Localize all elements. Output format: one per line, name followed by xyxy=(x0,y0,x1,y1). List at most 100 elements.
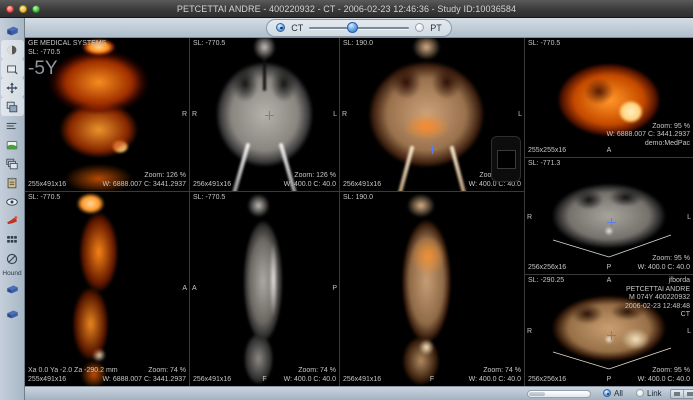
acquisition-datetime: 2006-02-23 12:48:48 xyxy=(625,303,690,312)
orientation-marker: R xyxy=(527,214,532,223)
orientation-marker: A xyxy=(182,285,187,294)
orientation-marker: L xyxy=(333,111,337,120)
viewport-fused-axial[interactable]: SL: -290.25 jfborda PETCETTAI ANDRE M 07… xyxy=(525,275,693,386)
slice-location: SL: -771.3 xyxy=(528,160,560,169)
green-layer-icon[interactable] xyxy=(1,135,24,154)
orientation-marker: P xyxy=(607,264,612,273)
source-node-label: demo:MedPac xyxy=(606,140,690,149)
matrix-size: 255x255x16 xyxy=(528,147,566,156)
zoom-readout: Zoom: 74 % xyxy=(469,367,521,376)
title-bar[interactable]: PETCETTAI ANDRE - 400220932 - CT - 2006-… xyxy=(0,0,693,18)
pt-radio-label: PT xyxy=(430,23,442,33)
eye-icon[interactable] xyxy=(1,192,24,211)
slice-location: SL: -770.5 xyxy=(193,194,225,203)
slice-location: SL: 190.0 xyxy=(343,40,373,49)
zoom-readout: Zoom: 74 % xyxy=(102,367,186,376)
fusion-slider[interactable] xyxy=(309,22,409,33)
viewport-fused-sagittal[interactable]: SL: 190.0 F 256x491x16 Zoom: 74 % W: 400… xyxy=(340,192,525,386)
navigator-widget[interactable] xyxy=(491,136,521,182)
orientation-marker: F xyxy=(430,376,434,385)
crosshair-marker[interactable] xyxy=(428,145,437,154)
slice-location: SL: -290.25 xyxy=(528,277,564,286)
fusion-control: CT PT xyxy=(266,19,452,37)
series-scroller-thumb[interactable] xyxy=(529,392,545,396)
matrix-size: 256x491x16 xyxy=(193,376,231,385)
layout-segmented-control[interactable] xyxy=(670,389,693,399)
tool-sidebar: Hound xyxy=(0,18,25,400)
app-window: PETCETTAI ANDRE - 400220932 - CT - 2006-… xyxy=(0,0,693,400)
blue-book-icon[interactable] xyxy=(1,279,24,298)
fusion-slider-track[interactable] xyxy=(309,27,409,29)
viewport-ct-axial[interactable]: SL: -771.3 R L P 256x256x16 Zoom: 95 % W… xyxy=(525,158,693,275)
slice-location: SL: -770.5 xyxy=(528,40,560,49)
zoom-readout: Zoom: 126 % xyxy=(284,172,336,181)
ct-sagittal-image[interactable] xyxy=(190,192,339,386)
matrix-size: 256x256x16 xyxy=(528,264,566,273)
orientation-marker: L xyxy=(687,328,691,337)
patient-demographics: M 074Y 400220932 xyxy=(625,294,690,303)
all-radio[interactable] xyxy=(603,389,611,397)
orientation-marker: R xyxy=(342,111,347,120)
window-level-readout: W: 400.0 C: 40.0 xyxy=(284,181,336,190)
hound-label: Hound xyxy=(2,270,21,277)
ct-radio[interactable] xyxy=(276,23,285,32)
hide-eye-icon[interactable] xyxy=(1,249,24,268)
clipboard-icon[interactable] xyxy=(1,173,24,192)
orientation-marker: P xyxy=(332,285,337,294)
red-megaphone-icon[interactable] xyxy=(1,211,24,230)
slice-location: SL: -770.5 xyxy=(28,49,106,58)
viewport-ct-sagittal[interactable]: SL: -770.5 A P F 256x491x16 Zoom: 74 % W… xyxy=(190,192,340,386)
zoom-button[interactable] xyxy=(32,5,40,13)
window-level-readout: W: 400.0 C: 40.0 xyxy=(638,264,690,273)
matrix-size: 256x491x16 xyxy=(343,376,381,385)
zoom-readout: Zoom: 95 % xyxy=(638,255,690,264)
viewport-pet-axial[interactable]: SL: -770.5 255x255x16 A Zoom: 95 % W: 68… xyxy=(525,38,693,158)
viewport-pet-sagittal[interactable]: SL: -770.5 A Xa 0.0 Ya -2.0 Za -290.2 mm… xyxy=(25,192,190,386)
orientation-marker: L xyxy=(687,214,691,223)
contrast-sphere-icon[interactable] xyxy=(1,40,24,59)
fusion-slider-thumb[interactable] xyxy=(347,22,358,33)
orientation-marker: R xyxy=(192,111,197,120)
window-level-readout: W: 400.0 C: 40.0 xyxy=(638,376,690,385)
operator-label: jfborda xyxy=(625,277,690,286)
minimize-button[interactable] xyxy=(19,5,27,13)
orientation-marker: F xyxy=(262,376,266,385)
window-level-readout: W: 400.0 C: 40.0 xyxy=(469,376,521,385)
link-radio[interactable] xyxy=(636,389,644,397)
series-scroller[interactable] xyxy=(527,390,591,398)
orientation-marker: P xyxy=(607,376,612,385)
grid-icon[interactable] xyxy=(1,230,24,249)
patient-name: PETCETTAI ANDRE xyxy=(625,286,690,295)
window-level-readout: W: 6888.007 C: 3441.2937 xyxy=(606,131,690,140)
window-level-readout: W: 6888.007 C: 3441.2937 xyxy=(102,181,186,190)
viewport-ct-coronal[interactable]: SL: -770.5 R L 256x491x16 Zoom: 126 % W:… xyxy=(190,38,340,192)
pt-radio[interactable] xyxy=(415,23,424,32)
bottom-control-bar: All Link xyxy=(25,386,693,400)
layout-option-icon[interactable] xyxy=(671,390,684,398)
window-level-icon[interactable] xyxy=(1,59,24,78)
viewport-grid: GE MEDICAL SYSTEMS SL: -770.5 -5Y R 255x… xyxy=(25,38,693,386)
annotation-text-icon[interactable] xyxy=(1,116,24,135)
viewport-pet-coronal[interactable]: GE MEDICAL SYSTEMS SL: -770.5 -5Y R 255x… xyxy=(25,38,190,192)
window-level-readout: W: 6888.007 C: 3441.2937 xyxy=(102,376,186,385)
crosshair-marker[interactable] xyxy=(607,331,616,340)
fused-sagittal-image[interactable] xyxy=(340,192,524,386)
modality-label: CT xyxy=(625,311,690,320)
all-radio-label: All xyxy=(614,389,623,398)
matrix-size: 255x491x16 xyxy=(28,181,66,190)
pet-sagittal-image[interactable] xyxy=(25,192,189,386)
image-stack-icon[interactable] xyxy=(1,154,24,173)
pan-icon[interactable] xyxy=(1,78,24,97)
link-radio-label: Link xyxy=(647,389,662,398)
viewport-fused-coronal[interactable]: SL: 190.0 R L Oblique 256x491x16 Zoom: 1… xyxy=(340,38,525,192)
crosshair-marker[interactable] xyxy=(607,218,616,227)
crosshair-marker[interactable] xyxy=(265,111,274,120)
layout-option-2-icon[interactable] xyxy=(684,390,693,398)
blue-book-2-icon[interactable] xyxy=(1,304,24,323)
layers-icon[interactable] xyxy=(1,97,24,116)
slice-location: SL: -770.5 xyxy=(28,194,60,203)
age-label: -5Y xyxy=(28,58,106,79)
orientation-marker: R xyxy=(182,111,187,120)
database-icon[interactable] xyxy=(1,21,24,40)
close-button[interactable] xyxy=(6,5,14,13)
